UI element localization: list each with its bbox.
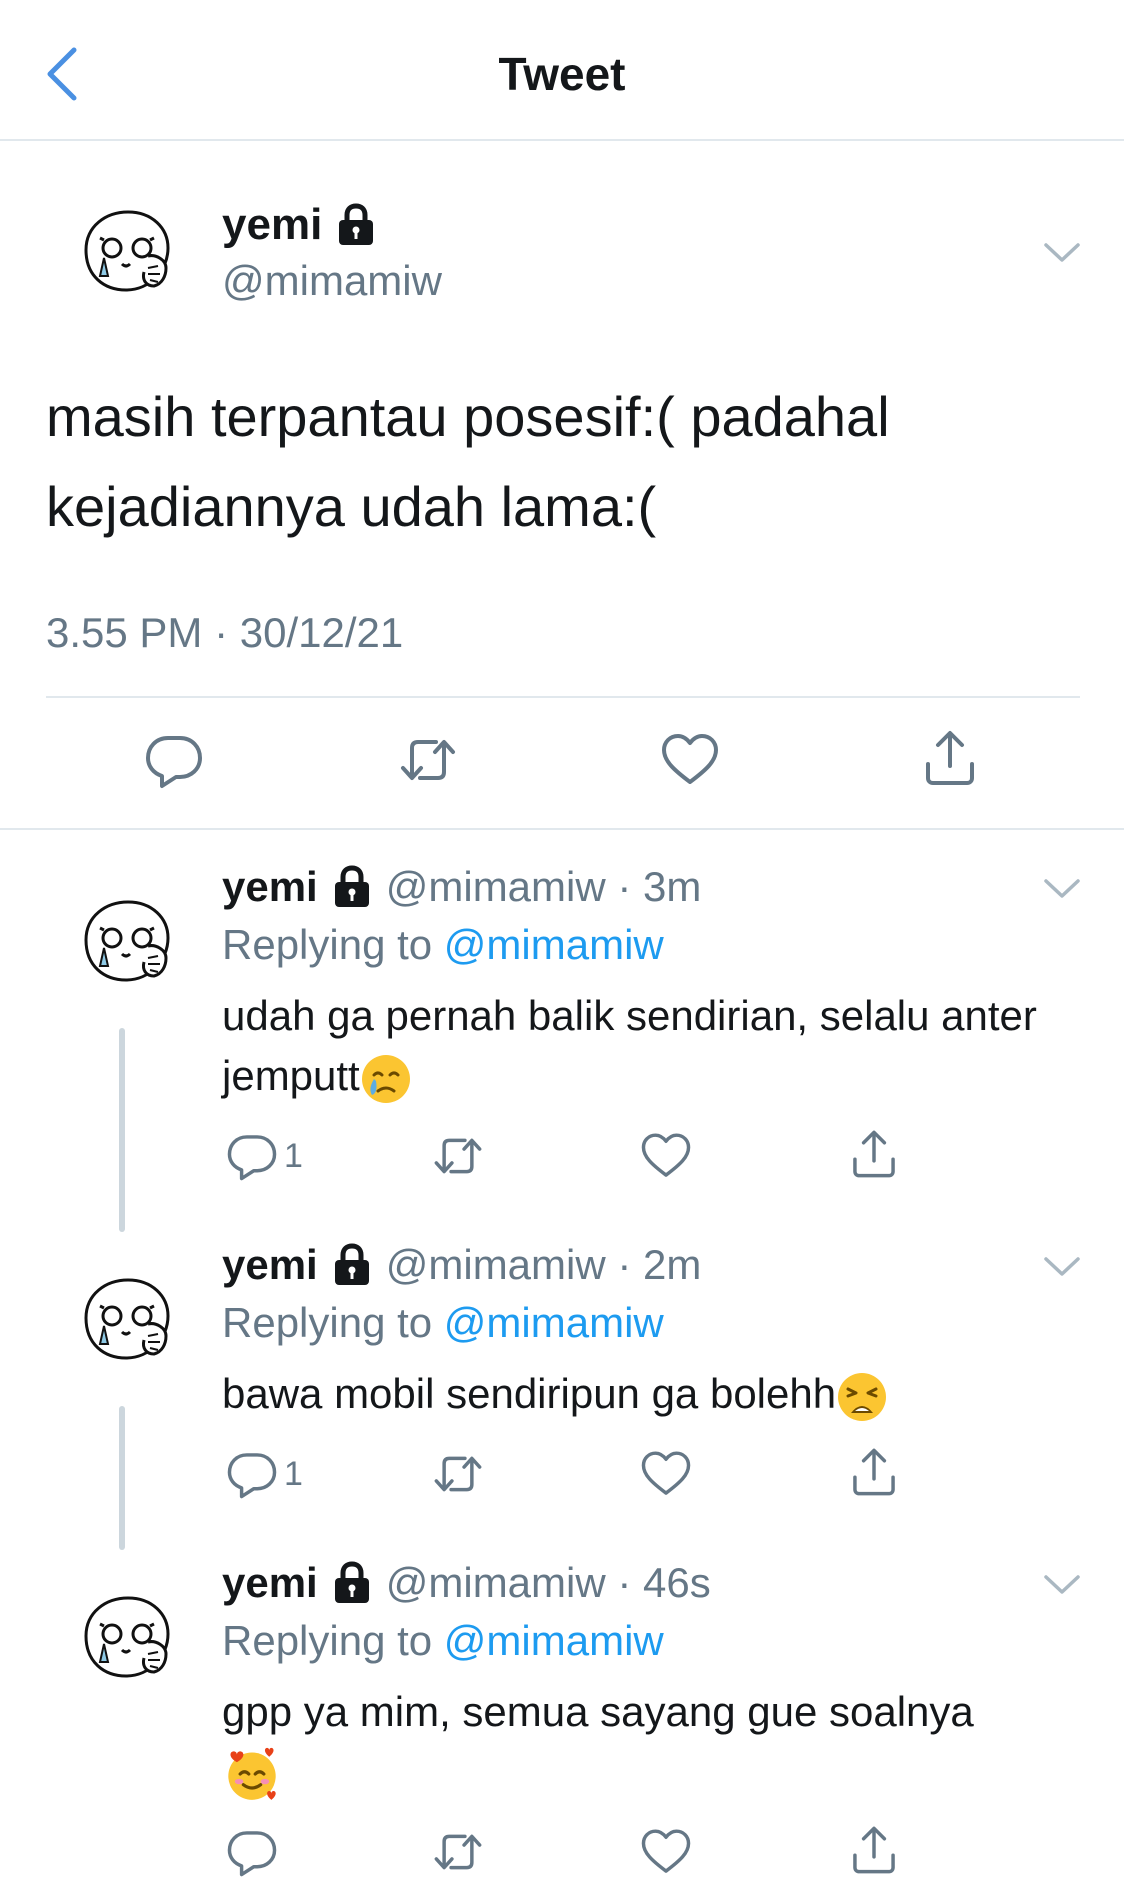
like-icon[interactable] [640,1826,692,1878]
lock-icon [332,1561,372,1605]
retweet-icon[interactable] [432,1130,484,1182]
author-display-name[interactable]: yemi [222,198,322,252]
author-name[interactable]: yemi [222,198,376,252]
reply-text-content: udah ga pernah balik sendirian, selalu a… [222,992,1037,1099]
replying-label: Replying to [222,921,433,968]
chevron-down-icon[interactable] [1042,876,1082,902]
share-icon[interactable] [848,1128,900,1180]
replying-label: Replying to [222,1299,433,1346]
reply-text-content: bawa mobil sendiripun ga bolehh [222,1370,837,1417]
lock-icon [336,203,376,247]
crying-face-icon [360,1053,412,1105]
reply-header: yemi @mimamiw · 2m [222,1238,701,1292]
retweet-icon[interactable] [398,730,458,790]
tweet-timestamp: 3.55 PM · 30/12/21 [46,609,404,656]
author-handle-time[interactable]: @mimamiw · 3m [386,860,702,914]
smiling-face-with-hearts-icon [224,1746,280,1802]
reply-text: bawa mobil sendiripun ga bolehh [222,1364,1052,1424]
share-icon[interactable] [848,1824,900,1876]
retweet-icon[interactable] [432,1826,484,1878]
author-display-name[interactable]: yemi [222,860,318,914]
author-handle-time[interactable]: @mimamiw · 46s [386,1556,711,1610]
mention-link[interactable]: @mimamiw [444,1617,664,1664]
tweet-text: masih terpantau posesif:( padahal kejadi… [46,385,890,538]
reply-count: 1 [284,1137,303,1175]
page-title: Tweet [498,48,626,100]
reply-header: yemi @mimamiw · 46s [222,1556,711,1610]
reply-text: udah ga pernah balik sendirian, selalu a… [222,986,1052,1106]
lock-icon [332,1243,372,1287]
reply-icon[interactable] [226,1448,278,1500]
avatar[interactable] [78,896,174,992]
like-icon[interactable] [660,730,720,790]
reply-text-content: gpp ya mim, semua sayang gue soalnya [222,1688,974,1735]
reply-icon[interactable] [226,1826,278,1878]
author-handle[interactable]: @mimamiw [222,254,442,308]
divider [46,696,1080,698]
lock-icon [332,865,372,909]
chevron-down-icon[interactable] [1042,240,1082,266]
reply-header: yemi @mimamiw · 3m [222,860,701,914]
chevron-down-icon[interactable] [1042,1572,1082,1598]
thread-connector [119,1406,125,1550]
weary-face-icon [836,1371,888,1423]
like-icon[interactable] [640,1448,692,1500]
replying-to: Replying to @mimamiw [222,918,664,972]
reply-count: 1 [284,1455,303,1493]
replying-to: Replying to @mimamiw [222,1296,664,1350]
mention-link[interactable]: @mimamiw [444,1299,664,1346]
replying-label: Replying to [222,1617,433,1664]
divider [0,828,1124,830]
replying-to: Replying to @mimamiw [222,1614,664,1668]
author-handle-time[interactable]: @mimamiw · 2m [386,1238,702,1292]
reply-text: gpp ya mim, semua sayang gue soalnya [222,1682,1052,1742]
like-icon[interactable] [640,1130,692,1182]
mention-link[interactable]: @mimamiw [444,921,664,968]
reply-icon[interactable] [226,1130,278,1182]
retweet-icon[interactable] [432,1448,484,1500]
share-icon[interactable] [848,1446,900,1498]
share-icon[interactable] [920,728,980,788]
avatar[interactable] [78,1592,174,1688]
avatar[interactable] [78,1274,174,1370]
reply-icon[interactable] [144,730,204,790]
avatar[interactable] [78,206,174,302]
chevron-down-icon[interactable] [1042,1254,1082,1280]
thread-connector [119,1028,125,1232]
author-display-name[interactable]: yemi [222,1556,318,1610]
author-display-name[interactable]: yemi [222,1238,318,1292]
